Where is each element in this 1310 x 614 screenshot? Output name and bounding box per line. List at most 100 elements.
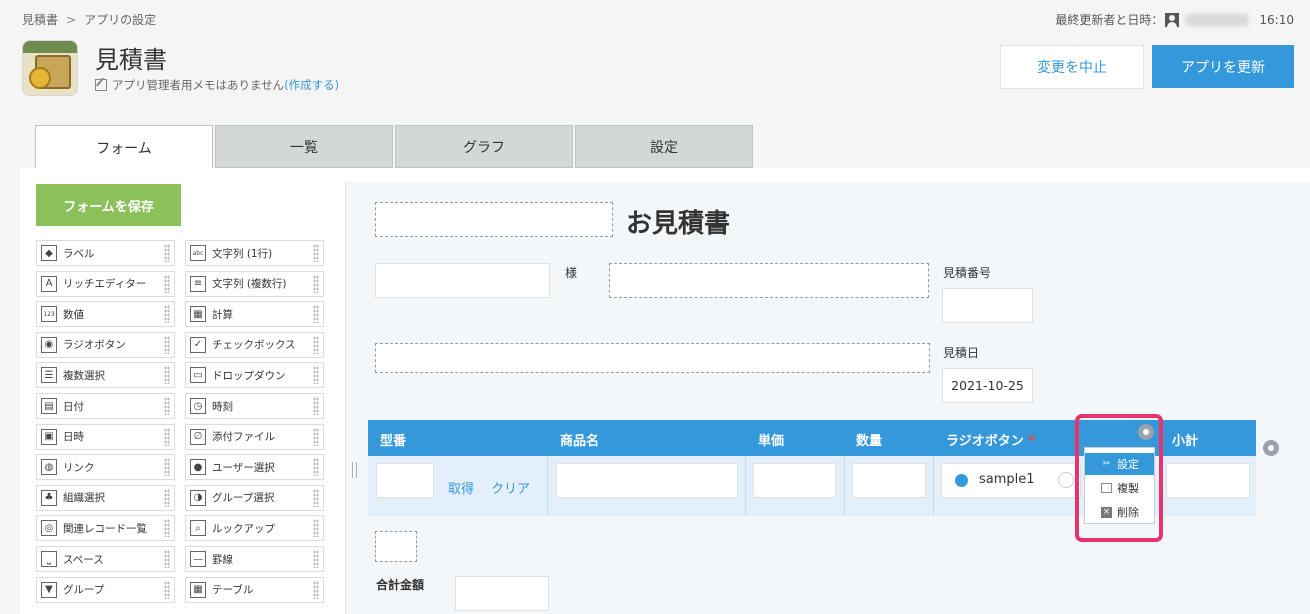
palette-item[interactable]: ≡ 文字列 (複数行): [185, 270, 324, 297]
drag-grip-icon[interactable]: [313, 366, 319, 385]
line-icon: —: [190, 551, 206, 567]
palette-item[interactable]: ▭ ドロップダウン: [185, 362, 324, 389]
palette-item[interactable]: A リッチエディター: [36, 270, 175, 297]
palette-item[interactable]: ◎ 関連レコード一覧: [36, 515, 175, 542]
col-product-name[interactable]: 商品名: [560, 430, 599, 449]
col-radio-button[interactable]: ラジオボタン *: [946, 430, 1035, 449]
drag-grip-icon[interactable]: [164, 335, 170, 354]
tab-graph[interactable]: グラフ: [395, 125, 573, 168]
palette-item-label: 計算: [212, 308, 233, 321]
radio-unselected-icon[interactable]: [1058, 472, 1074, 488]
palette-item[interactable]: ⌕ ルックアップ: [185, 515, 324, 542]
drag-grip-icon[interactable]: [164, 366, 170, 385]
palette-item-label: 組織選択: [63, 492, 105, 505]
drag-grip-icon[interactable]: [313, 519, 319, 538]
cancel-changes-button[interactable]: 変更を中止: [1000, 45, 1144, 89]
tab-settings[interactable]: 設定: [575, 125, 753, 168]
space-placeholder-3[interactable]: [375, 531, 417, 562]
drag-grip-icon[interactable]: [313, 397, 319, 415]
palette-item[interactable]: ● ユーザー選択: [185, 454, 324, 481]
last-updated-time: 16:10: [1259, 12, 1294, 27]
palette-item[interactable]: ▦ テーブル: [185, 576, 324, 603]
last-updated: 最終更新者と日時： 16:10: [1055, 11, 1294, 28]
drag-grip-icon[interactable]: [313, 274, 319, 293]
save-form-button[interactable]: フォームを保存: [36, 184, 181, 226]
palette-item[interactable]: ◆ ラベル: [36, 240, 175, 266]
drag-grip-icon[interactable]: [164, 427, 170, 446]
product-name-input[interactable]: [556, 463, 738, 498]
drag-grip-icon[interactable]: [164, 397, 170, 415]
space-placeholder-2[interactable]: [375, 343, 930, 373]
drag-grip-icon[interactable]: [164, 550, 170, 568]
radio-selected-icon[interactable]: [955, 474, 968, 487]
customer-name-field[interactable]: [375, 263, 550, 298]
palette-item[interactable]: ◉ ラジオボタン: [36, 331, 175, 358]
drag-grip-icon[interactable]: [313, 458, 319, 477]
space-placeholder[interactable]: [609, 263, 929, 298]
estimate-number-field[interactable]: [942, 288, 1033, 323]
drag-grip-icon[interactable]: [313, 580, 319, 599]
tab-form[interactable]: フォーム: [35, 125, 213, 169]
tab-list[interactable]: 一覧: [215, 125, 393, 168]
palette-item[interactable]: ▣ 日時: [36, 423, 175, 450]
palette-item[interactable]: 123 数値: [36, 301, 175, 328]
drag-grip-icon[interactable]: [313, 488, 319, 507]
drag-grip-icon[interactable]: [313, 550, 319, 568]
drag-grip-icon[interactable]: [164, 519, 170, 538]
drag-grip-icon[interactable]: [164, 488, 170, 507]
form-title[interactable]: お見積書: [626, 203, 730, 240]
breadcrumb-root[interactable]: 見積書: [22, 13, 58, 27]
palette-item-label: 文字列 (複数行): [212, 278, 287, 291]
palette-item[interactable]: ♣ 組織選択: [36, 484, 175, 511]
drag-grip-icon[interactable]: [313, 427, 319, 446]
palette-item[interactable]: ✓ チェックボックス: [185, 331, 324, 358]
label-placeholder[interactable]: [375, 202, 613, 237]
app-memo: アプリ管理者用メモはありません (作成する): [95, 77, 339, 93]
palette-item[interactable]: — 罫線: [185, 546, 324, 572]
col-model-number[interactable]: 型番: [380, 430, 406, 449]
palette-item[interactable]: ☰ 複数選択: [36, 362, 175, 389]
drag-grip-icon[interactable]: [313, 244, 319, 262]
palette-item[interactable]: ▤ 日付: [36, 393, 175, 419]
drag-grip-icon[interactable]: [164, 458, 170, 477]
col-unit-price[interactable]: 単価: [758, 430, 784, 449]
menu-settings[interactable]: ✂ 設定: [1085, 453, 1154, 475]
unit-price-input[interactable]: [753, 463, 836, 498]
table-gear-icon[interactable]: [1263, 440, 1279, 456]
palette-item[interactable]: ▼ グループ: [36, 576, 175, 603]
radio-icon: ◉: [41, 336, 57, 353]
total-amount-field[interactable]: [455, 576, 549, 611]
palette-item[interactable]: abc 文字列 (1行): [185, 240, 324, 266]
lookup-clear-link[interactable]: クリア: [491, 478, 530, 497]
create-memo-link[interactable]: (作成する): [284, 77, 339, 93]
radio-option-label[interactable]: sample1: [979, 472, 1035, 487]
palette-item[interactable]: ◍ リンク: [36, 454, 175, 481]
palette-item[interactable]: ◑ グループ選択: [185, 484, 324, 511]
menu-delete[interactable]: × 削除: [1085, 501, 1154, 523]
drag-grip-icon[interactable]: [164, 274, 170, 293]
drag-grip-icon[interactable]: [313, 305, 319, 324]
palette-item-label: 日付: [63, 400, 84, 413]
drag-grip-icon[interactable]: [164, 305, 170, 324]
update-app-button[interactable]: アプリを更新: [1152, 45, 1294, 88]
palette-item[interactable]: ▦ 計算: [185, 301, 324, 328]
quantity-input[interactable]: [852, 463, 926, 498]
col-quantity[interactable]: 数量: [856, 430, 882, 449]
palette-item[interactable]: ∅ 添付ファイル: [185, 423, 324, 450]
group-icon: ◑: [190, 489, 206, 506]
user-icon: [1165, 12, 1180, 27]
col-subtotal[interactable]: 小計: [1172, 430, 1198, 449]
palette-item[interactable]: ⎵ スペース: [36, 546, 175, 572]
drag-grip-icon[interactable]: [313, 335, 319, 354]
menu-duplicate[interactable]: 複製: [1085, 477, 1154, 499]
drag-grip-icon[interactable]: [164, 244, 170, 262]
model-number-input[interactable]: [376, 463, 434, 498]
drag-grip-icon[interactable]: [164, 580, 170, 599]
space-icon: ⎵: [41, 551, 57, 567]
estimate-date-field[interactable]: 2021-10-25: [942, 368, 1033, 403]
palette-item-label: ルックアップ: [212, 522, 275, 535]
subtotal-input[interactable]: [1166, 463, 1250, 498]
row-drag-handle[interactable]: [352, 462, 357, 478]
palette-item[interactable]: ◷ 時刻: [185, 393, 324, 419]
lookup-get-link[interactable]: 取得: [448, 478, 474, 497]
